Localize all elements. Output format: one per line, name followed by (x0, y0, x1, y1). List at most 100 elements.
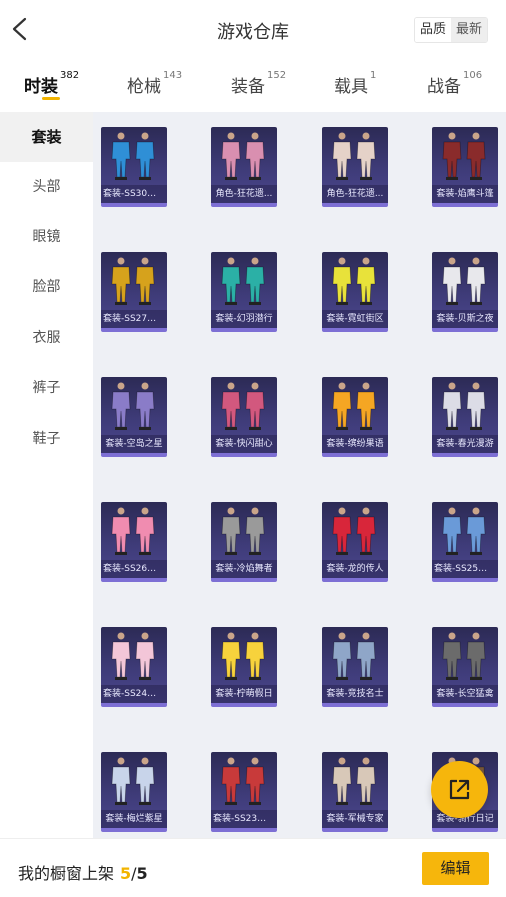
item-name: 套装-SS25特训 (432, 560, 498, 578)
tab-equipment[interactable]: 装备152 (231, 70, 287, 97)
blue-white-outfit-icon (442, 507, 486, 555)
item-name: 套装-霓虹街区 (322, 310, 388, 328)
item-name: 套装-SS30特训 (101, 185, 167, 203)
item-name: 套装-快闪甜心 (211, 435, 277, 453)
blue-tracksuit-outfit-icon (111, 132, 155, 180)
item-name: 套装-贝斯之夜 (432, 310, 498, 328)
black-gold-outfit-icon (111, 257, 155, 305)
item-name: 套装-柠萌假日 (211, 685, 277, 703)
outfit-item-card[interactable]: 套装-军械专家 (322, 752, 388, 832)
black-white-outfit-icon (442, 382, 486, 430)
outfit-item-card[interactable]: 套装-焰鹰斗篷 (432, 127, 498, 207)
item-name: 套装-梅烂紫星 (101, 810, 167, 828)
category-tabs: 时装382 枪械143 装备152 载具1 战备106 (0, 62, 506, 110)
sidebar-item-suit[interactable]: 套装 (0, 112, 93, 162)
outfit-item-card[interactable]: 套装-SS30特训 (101, 127, 167, 207)
character-figure-icon (221, 132, 265, 180)
outfit-item-card[interactable]: 套装-春光漫游 (432, 377, 498, 457)
tab-label: 时装 (24, 77, 58, 97)
active-tab-indicator (42, 97, 60, 100)
pink-white-outfit-icon (111, 632, 155, 680)
outfit-item-card[interactable]: 套装-SS27特训 (101, 252, 167, 332)
item-name: 套装-军械专家 (322, 810, 388, 828)
showcase-status: 我的橱窗上架 5/5 (18, 860, 148, 884)
item-name: 套装-SS24特训 (101, 685, 167, 703)
outfit-item-card[interactable]: 套装-柠萌假日 (211, 627, 277, 707)
yellow-dress-outfit-icon (221, 632, 265, 680)
tab-supplies[interactable]: 战备106 (427, 70, 483, 97)
sidebar-item-head[interactable]: 头部 (0, 162, 93, 212)
dark-armor-outfit-icon (111, 382, 155, 430)
tab-count: 152 (267, 70, 287, 81)
outfit-item-card[interactable]: 套装-SS24特训 (101, 627, 167, 707)
outfit-item-card[interactable]: 套装-贝斯之夜 (432, 252, 498, 332)
orange-outfit-icon (332, 382, 376, 430)
outfit-item-card[interactable]: 套装-长空猛禽 (432, 627, 498, 707)
external-link-icon (449, 779, 470, 800)
outfit-item-card[interactable]: 套装-SS26特训 (101, 502, 167, 582)
item-name: 套装-焰鹰斗篷 (432, 185, 498, 203)
outfit-item-card[interactable]: 套装-缤纷果语 (322, 377, 388, 457)
showcase-total-count: 5 (136, 864, 148, 883)
item-name: 套装-幻羽潜行 (211, 310, 277, 328)
tab-guns[interactable]: 枪械143 (127, 70, 183, 97)
sort-toggle: 品质 最新 (413, 17, 488, 43)
item-name: 角色-狂花遗... (211, 185, 277, 203)
tab-vehicles[interactable]: 载具1 (334, 70, 377, 97)
item-name: 套装-SS26特训 (101, 560, 167, 578)
outfit-item-card[interactable]: 套装-龙的传人 (322, 502, 388, 582)
sidebar-item-shoes[interactable]: 鞋子 (0, 414, 93, 464)
item-name: 套装-SS23特训 (211, 810, 277, 828)
sort-quality-button[interactable]: 品质 (414, 18, 451, 42)
outfit-item-card[interactable]: 套装-SS25特训 (432, 502, 498, 582)
sidebar-item-pants[interactable]: 裤子 (0, 363, 93, 413)
sidebar-item-glasses[interactable]: 眼镜 (0, 212, 93, 262)
outfit-item-card[interactable]: 套装-幻羽潜行 (211, 252, 277, 332)
outfit-item-card[interactable]: 套装-空岛之星 (101, 377, 167, 457)
sidebar-item-face[interactable]: 脸部 (0, 262, 93, 312)
item-name: 套装-空岛之星 (101, 435, 167, 453)
dark-red-outfit-icon (442, 132, 486, 180)
subcategory-sidebar: 套装 头部 眼镜 脸部 衣服 裤子 鞋子 (0, 112, 93, 838)
item-name: 套装-春光漫游 (432, 435, 498, 453)
outfit-item-card[interactable]: 套装-梅烂紫星 (101, 752, 167, 832)
tab-label: 载具 (334, 77, 368, 97)
outfit-item-card[interactable]: 角色-狂花遗... (211, 127, 277, 207)
red-white-outfit-icon (221, 757, 265, 805)
white-red-outfit-icon (442, 257, 486, 305)
tab-count: 106 (463, 70, 483, 81)
item-name: 套装-SS27特训 (101, 310, 167, 328)
share-fab-button[interactable] (431, 761, 488, 818)
tab-fashion[interactable]: 时装382 (24, 70, 79, 97)
tab-count: 1 (370, 70, 377, 81)
character-figure-icon (332, 132, 376, 180)
item-grid: 套装-SS30特训 角色-狂花遗... 角色-狂花遗... 套装-焰鹰斗篷 套装-SS2… (93, 112, 506, 838)
pink-black-outfit-icon (221, 382, 265, 430)
outfit-item-card[interactable]: 套装-SS23特训 (211, 752, 277, 832)
black-teal-outfit-icon (221, 257, 265, 305)
silver-cloak-outfit-icon (221, 507, 265, 555)
camo-outfit-icon (442, 632, 486, 680)
denim-outfit-icon (332, 632, 376, 680)
sweater-outfit-icon (332, 757, 376, 805)
item-name: 套装-长空猛禽 (432, 685, 498, 703)
pink-outfit-icon (111, 507, 155, 555)
tab-count: 143 (163, 70, 183, 81)
edit-button[interactable]: 编辑 (422, 852, 489, 885)
sidebar-item-clothes[interactable]: 衣服 (0, 313, 93, 363)
outfit-item-card[interactable]: 套装-冷焰舞者 (211, 502, 277, 582)
item-name: 套装-龙的传人 (322, 560, 388, 578)
item-name: 套装-缤纷果语 (322, 435, 388, 453)
showcase-label: 我的橱窗上架 (18, 864, 115, 883)
item-name: 套装-冷焰舞者 (211, 560, 277, 578)
outfit-item-card[interactable]: 套装-霓虹街区 (322, 252, 388, 332)
sort-latest-button[interactable]: 最新 (450, 18, 487, 42)
tab-label: 枪械 (127, 77, 161, 97)
header-bar: 游戏仓库 品质 最新 (0, 0, 506, 60)
neon-street-outfit-icon (332, 257, 376, 305)
outfit-item-card[interactable]: 套装-快闪甜心 (211, 377, 277, 457)
outfit-item-card[interactable]: 角色-狂花遗... (322, 127, 388, 207)
item-name: 角色-狂花遗... (322, 185, 388, 203)
white-blue-outfit-icon (111, 757, 155, 805)
outfit-item-card[interactable]: 套装-竞技名士 (322, 627, 388, 707)
